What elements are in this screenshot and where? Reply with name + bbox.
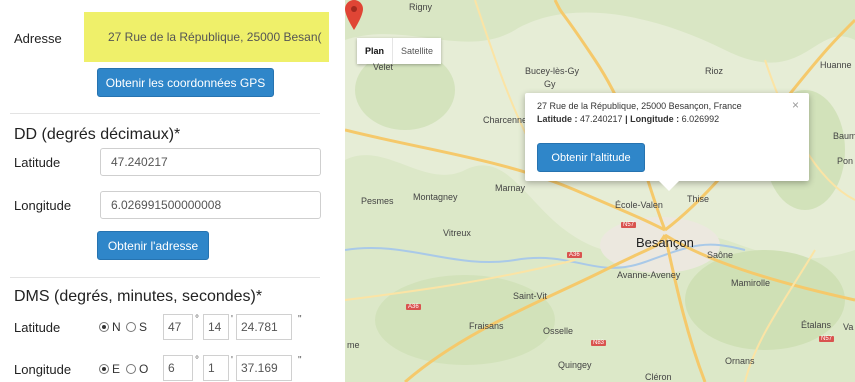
second-unit: " [298,355,302,366]
map-type-satellite-tab[interactable]: Satellite [392,38,441,64]
popup-longitude-value: 6.026992 [681,114,720,124]
road-number-badge: N57 [819,336,835,342]
map-town-label: Avanne-Aveney [617,270,681,280]
degree-unit: ° [195,355,199,366]
map-town-label: Velet [373,62,394,72]
gps-converter-page: Adresse 27 Rue de la République, 25000 B… [0,0,855,382]
popup-address: 27 Rue de la République, 25000 Besançon,… [537,101,742,111]
map-town-label: me [347,340,360,350]
minute-unit: ' [231,355,233,366]
map-town-label: Huanne [820,60,852,70]
map-view[interactable]: Plan Satellite Rigny Velet Bucey-lès-Gy … [345,0,855,382]
map-town-label: Osselle [543,326,574,336]
map-town-label: Étalans [801,320,832,330]
popup-separator: | [625,114,628,124]
dd-latitude-label: Latitude [14,155,61,170]
minute-unit: ' [231,314,233,325]
close-icon[interactable]: × [792,98,799,112]
popup-coordinates: Latitude : 47.240217 | Longitude : 6.026… [537,114,719,124]
map-town-label: Mamirolle [731,278,771,288]
latitude-south-label: S [139,320,148,334]
longitude-east-label: E [112,362,121,376]
dms-longitude-seconds-input[interactable]: 37.169 [236,355,292,381]
divider [10,277,320,278]
second-unit: " [298,314,302,325]
dd-section-title: DD (degrés décimaux)* [14,126,181,143]
map-town-label: Quingey [558,360,592,370]
road-number-badge: A36 [406,304,421,310]
road-number-badge: N83 [591,340,607,346]
longitude-east-radio[interactable] [99,364,109,374]
map-town-label: Saint-Vit [513,291,547,301]
map-town-label: Ornans [725,356,755,366]
dms-longitude-degrees-input[interactable]: 6 [163,355,193,381]
divider [10,113,320,114]
dms-section-title: DMS (degrés, minutes, secondes)* [14,288,263,305]
info-window: 27 Rue de la République, 25000 Besançon,… [525,93,809,191]
map-town-label: Pon [837,156,854,166]
map-town-label: Baum [833,131,855,141]
dd-latitude-input[interactable]: 47.240217 [100,148,321,176]
dd-longitude-label: Longitude [14,198,72,213]
get-address-button[interactable]: Obtenir l'adresse [97,231,209,260]
map-town-label: Pesmes [361,196,394,206]
map-town-label: Marnay [495,183,526,193]
dms-longitude-minutes-input[interactable]: 1 [203,355,229,381]
dms-latitude-seconds-input[interactable]: 24.781 [236,314,292,340]
map-town-label: Vitreux [443,228,471,238]
map-town-label: Thise [687,194,710,204]
longitude-west-radio[interactable] [126,364,136,374]
map-town-label: Rigny [409,2,433,12]
map-marker-icon[interactable] [345,0,363,30]
map-town-label: Montagney [413,192,458,202]
dms-latitude-degrees-input[interactable]: 47 [163,314,193,340]
map-type-plan-tab[interactable]: Plan [357,38,392,64]
map-town-label: Cléron [645,372,672,382]
longitude-west-label: O [139,362,149,376]
dms-latitude-label: Latitude [14,320,61,335]
map-town-label: Gy [544,79,556,89]
latitude-south-radio[interactable] [126,322,136,332]
map-city-label: Besançon [636,235,694,250]
popup-latitude-label: Latitude : [537,114,578,124]
latitude-north-radio[interactable] [99,322,109,332]
dd-longitude-input[interactable]: 6.026991500000008 [100,191,321,219]
coordinate-form: Adresse 27 Rue de la République, 25000 B… [0,0,340,382]
map-town-label: Va [843,322,854,332]
map-town-label: Fraisans [469,321,504,331]
map-type-control: Plan Satellite [357,38,442,64]
popup-longitude-label: Longitude : [630,114,680,124]
address-input[interactable]: 27 Rue de la République, 25000 Besan( [84,12,329,62]
map-town-label: Saône [707,250,734,260]
dms-latitude-minutes-input[interactable]: 14 [203,314,229,340]
map-town-label: Rioz [705,66,724,76]
popup-latitude-value: 47.240217 [580,114,623,124]
road-number-badge: N57 [621,222,637,228]
degree-unit: ° [195,314,199,325]
address-label: Adresse [14,31,62,46]
dms-longitude-label: Longitude [14,362,72,377]
road-number-badge: A36 [567,252,582,258]
map-town-label: École-Valen [615,200,663,210]
map-town-label: Bucey-lès-Gy [525,66,580,76]
get-gps-coordinates-button[interactable]: Obtenir les coordonnées GPS [97,68,274,97]
latitude-north-label: N [112,320,121,334]
get-altitude-button[interactable]: Obtenir l'altitude [537,143,645,172]
map-town-label: Charcenne [483,115,528,125]
